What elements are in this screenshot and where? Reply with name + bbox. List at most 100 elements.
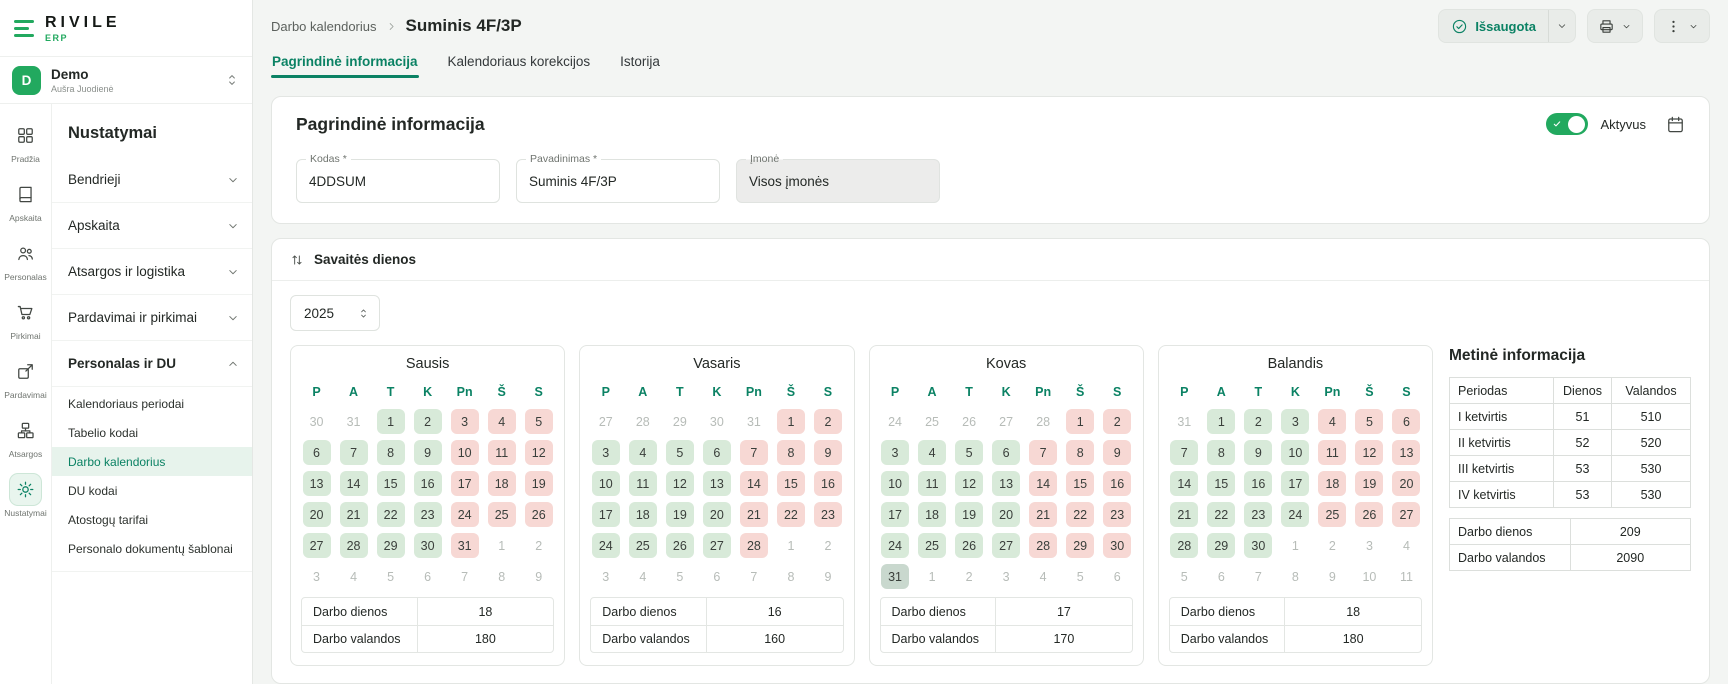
day-cell[interactable]: 23 bbox=[1099, 499, 1136, 530]
day-cell[interactable]: 22 bbox=[1203, 499, 1240, 530]
day-cell[interactable]: 2 bbox=[1099, 406, 1136, 437]
day-cell[interactable]: 28 bbox=[735, 530, 772, 561]
menu-toggle-icon[interactable] bbox=[14, 20, 34, 37]
menu-item-bendrieji[interactable]: Bendrieji bbox=[52, 157, 252, 203]
day-cell[interactable]: 2 bbox=[1314, 530, 1351, 561]
day-cell[interactable]: 31 bbox=[735, 406, 772, 437]
day-cell[interactable]: 14 bbox=[1166, 468, 1203, 499]
day-cell[interactable]: 7 bbox=[1240, 561, 1277, 592]
day-cell[interactable]: 1 bbox=[914, 561, 951, 592]
day-cell[interactable]: 4 bbox=[624, 561, 661, 592]
tab-istorija[interactable]: Istorija bbox=[619, 52, 661, 78]
day-cell[interactable]: 15 bbox=[1203, 468, 1240, 499]
day-cell[interactable]: 18 bbox=[483, 468, 520, 499]
day-cell[interactable]: 22 bbox=[1062, 499, 1099, 530]
day-cell[interactable]: 4 bbox=[1388, 530, 1425, 561]
day-cell[interactable]: 15 bbox=[772, 468, 809, 499]
day-cell[interactable]: 23 bbox=[1240, 499, 1277, 530]
week-days-header[interactable]: Savaitės dienos bbox=[272, 239, 1709, 281]
day-cell[interactable]: 3 bbox=[1351, 530, 1388, 561]
day-cell[interactable]: 6 bbox=[409, 561, 446, 592]
day-cell[interactable]: 18 bbox=[1314, 468, 1351, 499]
day-cell[interactable]: 29 bbox=[1062, 530, 1099, 561]
day-cell[interactable]: 26 bbox=[1351, 499, 1388, 530]
sidebar-item-tabelio-kodai[interactable]: Tabelio kodai bbox=[52, 418, 252, 447]
day-cell[interactable]: 4 bbox=[1025, 561, 1062, 592]
day-cell[interactable]: 26 bbox=[520, 499, 557, 530]
print-button[interactable] bbox=[1587, 9, 1643, 43]
day-cell[interactable]: 21 bbox=[1025, 499, 1062, 530]
day-cell[interactable]: 5 bbox=[520, 406, 557, 437]
rail-item-pradzia[interactable]: Pradžia bbox=[10, 120, 41, 164]
day-cell[interactable]: 14 bbox=[335, 468, 372, 499]
day-cell[interactable]: 1 bbox=[1203, 406, 1240, 437]
day-cell[interactable]: 25 bbox=[1314, 499, 1351, 530]
day-cell[interactable]: 21 bbox=[335, 499, 372, 530]
day-cell[interactable]: 16 bbox=[1099, 468, 1136, 499]
day-cell[interactable]: 5 bbox=[661, 561, 698, 592]
day-cell[interactable]: 13 bbox=[1388, 437, 1425, 468]
day-cell[interactable]: 18 bbox=[914, 499, 951, 530]
day-cell[interactable]: 10 bbox=[587, 468, 624, 499]
rail-item-apskaita[interactable]: Apskaita bbox=[9, 179, 42, 223]
day-cell[interactable]: 19 bbox=[951, 499, 988, 530]
day-cell[interactable]: 24 bbox=[1277, 499, 1314, 530]
day-cell[interactable]: 10 bbox=[1351, 561, 1388, 592]
day-cell[interactable]: 11 bbox=[1314, 437, 1351, 468]
day-cell[interactable]: 27 bbox=[298, 530, 335, 561]
day-cell[interactable]: 5 bbox=[951, 437, 988, 468]
day-cell[interactable]: 31 bbox=[877, 561, 914, 592]
day-cell[interactable]: 6 bbox=[1203, 561, 1240, 592]
day-cell[interactable]: 4 bbox=[483, 406, 520, 437]
day-cell[interactable]: 7 bbox=[335, 437, 372, 468]
day-cell[interactable]: 5 bbox=[372, 561, 409, 592]
day-cell[interactable]: 7 bbox=[735, 437, 772, 468]
day-cell[interactable]: 15 bbox=[1062, 468, 1099, 499]
day-cell[interactable]: 12 bbox=[520, 437, 557, 468]
day-cell[interactable]: 19 bbox=[520, 468, 557, 499]
day-cell[interactable]: 27 bbox=[1388, 499, 1425, 530]
day-cell[interactable]: 27 bbox=[587, 406, 624, 437]
rail-item-nustatymai[interactable]: Nustatymai bbox=[4, 474, 47, 518]
day-cell[interactable]: 9 bbox=[1099, 437, 1136, 468]
menu-item-personalas-ir-du[interactable]: Personalas ir DU bbox=[52, 341, 252, 387]
day-cell[interactable]: 7 bbox=[735, 561, 772, 592]
day-cell[interactable]: 3 bbox=[877, 437, 914, 468]
day-cell[interactable]: 3 bbox=[446, 406, 483, 437]
day-cell[interactable]: 6 bbox=[298, 437, 335, 468]
day-cell[interactable]: 5 bbox=[1351, 406, 1388, 437]
day-cell[interactable]: 13 bbox=[698, 468, 735, 499]
day-cell[interactable]: 20 bbox=[698, 499, 735, 530]
day-cell[interactable]: 4 bbox=[914, 437, 951, 468]
menu-item-pardavimai-ir-pirkimai[interactable]: Pardavimai ir pirkimai bbox=[52, 295, 252, 341]
day-cell[interactable]: 10 bbox=[446, 437, 483, 468]
day-cell[interactable]: 28 bbox=[335, 530, 372, 561]
day-cell[interactable]: 15 bbox=[372, 468, 409, 499]
day-cell[interactable]: 31 bbox=[446, 530, 483, 561]
day-cell[interactable]: 13 bbox=[298, 468, 335, 499]
day-cell[interactable]: 8 bbox=[483, 561, 520, 592]
rail-item-personalas[interactable]: Personalas bbox=[4, 238, 47, 282]
day-cell[interactable]: 22 bbox=[372, 499, 409, 530]
day-cell[interactable]: 27 bbox=[988, 530, 1025, 561]
day-cell[interactable]: 21 bbox=[735, 499, 772, 530]
sidebar-item-du-kodai[interactable]: DU kodai bbox=[52, 476, 252, 505]
day-cell[interactable]: 31 bbox=[1166, 406, 1203, 437]
day-cell[interactable]: 24 bbox=[877, 530, 914, 561]
day-cell[interactable]: 23 bbox=[809, 499, 846, 530]
day-cell[interactable]: 11 bbox=[1388, 561, 1425, 592]
day-cell[interactable]: 20 bbox=[988, 499, 1025, 530]
day-cell[interactable]: 24 bbox=[587, 530, 624, 561]
day-cell[interactable]: 4 bbox=[624, 437, 661, 468]
day-cell[interactable]: 1 bbox=[1062, 406, 1099, 437]
day-cell[interactable]: 3 bbox=[587, 437, 624, 468]
day-cell[interactable]: 7 bbox=[446, 561, 483, 592]
day-cell[interactable]: 2 bbox=[809, 530, 846, 561]
day-cell[interactable]: 25 bbox=[914, 530, 951, 561]
rail-item-pirkimai[interactable]: Pirkimai bbox=[10, 297, 41, 341]
day-cell[interactable]: 2 bbox=[520, 530, 557, 561]
day-cell[interactable]: 6 bbox=[1099, 561, 1136, 592]
day-cell[interactable]: 20 bbox=[298, 499, 335, 530]
day-cell[interactable]: 17 bbox=[587, 499, 624, 530]
day-cell[interactable]: 26 bbox=[661, 530, 698, 561]
